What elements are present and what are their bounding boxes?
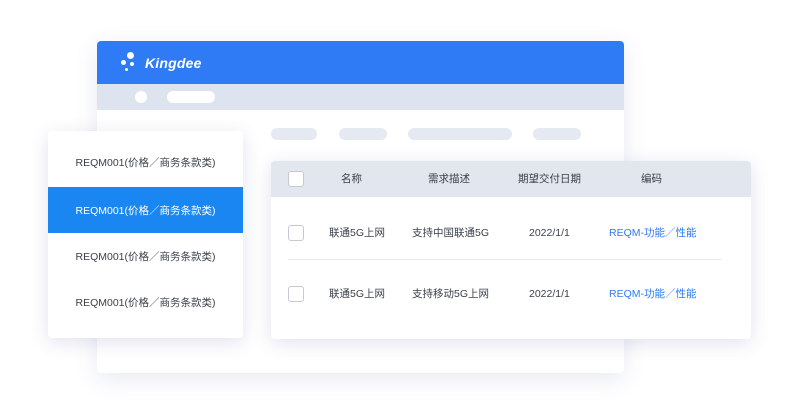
category-item[interactable]: REQM001(价格／商务条款类) bbox=[48, 279, 243, 325]
top-bar: Kingdee bbox=[97, 41, 624, 84]
column-header-code: 编码 bbox=[641, 173, 662, 185]
table-header: 名称 需求描述 期望交付日期 编码 bbox=[271, 161, 751, 197]
category-item-label: REQM001(价格／商务条款类) bbox=[75, 250, 216, 263]
row-divider bbox=[288, 259, 722, 260]
column-header-description: 需求描述 bbox=[428, 173, 470, 185]
cell-code-link[interactable]: REQM-功能／性能 bbox=[609, 286, 697, 302]
cell-name: 联通5G上网 bbox=[329, 288, 386, 300]
category-list: REQM001(价格／商务条款类) REQM001(价格／商务条款类) REQM… bbox=[48, 131, 243, 338]
cell-description: 支持中国联通5G bbox=[412, 227, 490, 239]
category-item-label: REQM001(价格／商务条款类) bbox=[75, 296, 216, 309]
cell-name: 联通5G上网 bbox=[329, 227, 386, 239]
kingdee-logo-icon bbox=[119, 52, 139, 74]
brand-name: Kingdee bbox=[145, 55, 202, 71]
select-all-checkbox[interactable] bbox=[288, 171, 304, 187]
cell-delivery-date: 2022/1/1 bbox=[529, 227, 570, 239]
kingdee-logo: Kingdee bbox=[119, 52, 202, 74]
category-item-label: REQM001(价格／商务条款类) bbox=[75, 204, 216, 217]
category-item[interactable]: REQM001(价格／商务条款类) bbox=[48, 139, 243, 185]
toolbar-dot[interactable] bbox=[135, 91, 147, 103]
category-item-active[interactable]: REQM001(价格／商务条款类) bbox=[48, 187, 243, 233]
cell-delivery-date: 2022/1/1 bbox=[529, 288, 570, 300]
cell-description: 支持移动5G上网 bbox=[412, 288, 490, 300]
filter-placeholder-2[interactable] bbox=[339, 128, 387, 140]
column-header-delivery-date: 期望交付日期 bbox=[518, 173, 581, 185]
row-checkbox[interactable] bbox=[288, 225, 304, 241]
toolbar bbox=[97, 84, 624, 110]
row-checkbox[interactable] bbox=[288, 286, 304, 302]
filter-placeholder-1[interactable] bbox=[271, 128, 317, 140]
toolbar-tab-placeholder[interactable] bbox=[167, 91, 215, 103]
category-item[interactable]: REQM001(价格／商务条款类) bbox=[48, 233, 243, 279]
filter-placeholder-3[interactable] bbox=[408, 128, 512, 140]
filter-placeholder-4[interactable] bbox=[533, 128, 581, 140]
column-header-name: 名称 bbox=[341, 173, 362, 185]
category-item-label: REQM001(价格／商务条款类) bbox=[75, 156, 216, 169]
requirements-table: 名称 需求描述 期望交付日期 编码 联通5G上网 支持中国联通5G 2022/1… bbox=[271, 161, 751, 339]
cell-code-link[interactable]: REQM-功能／性能 bbox=[609, 225, 697, 241]
